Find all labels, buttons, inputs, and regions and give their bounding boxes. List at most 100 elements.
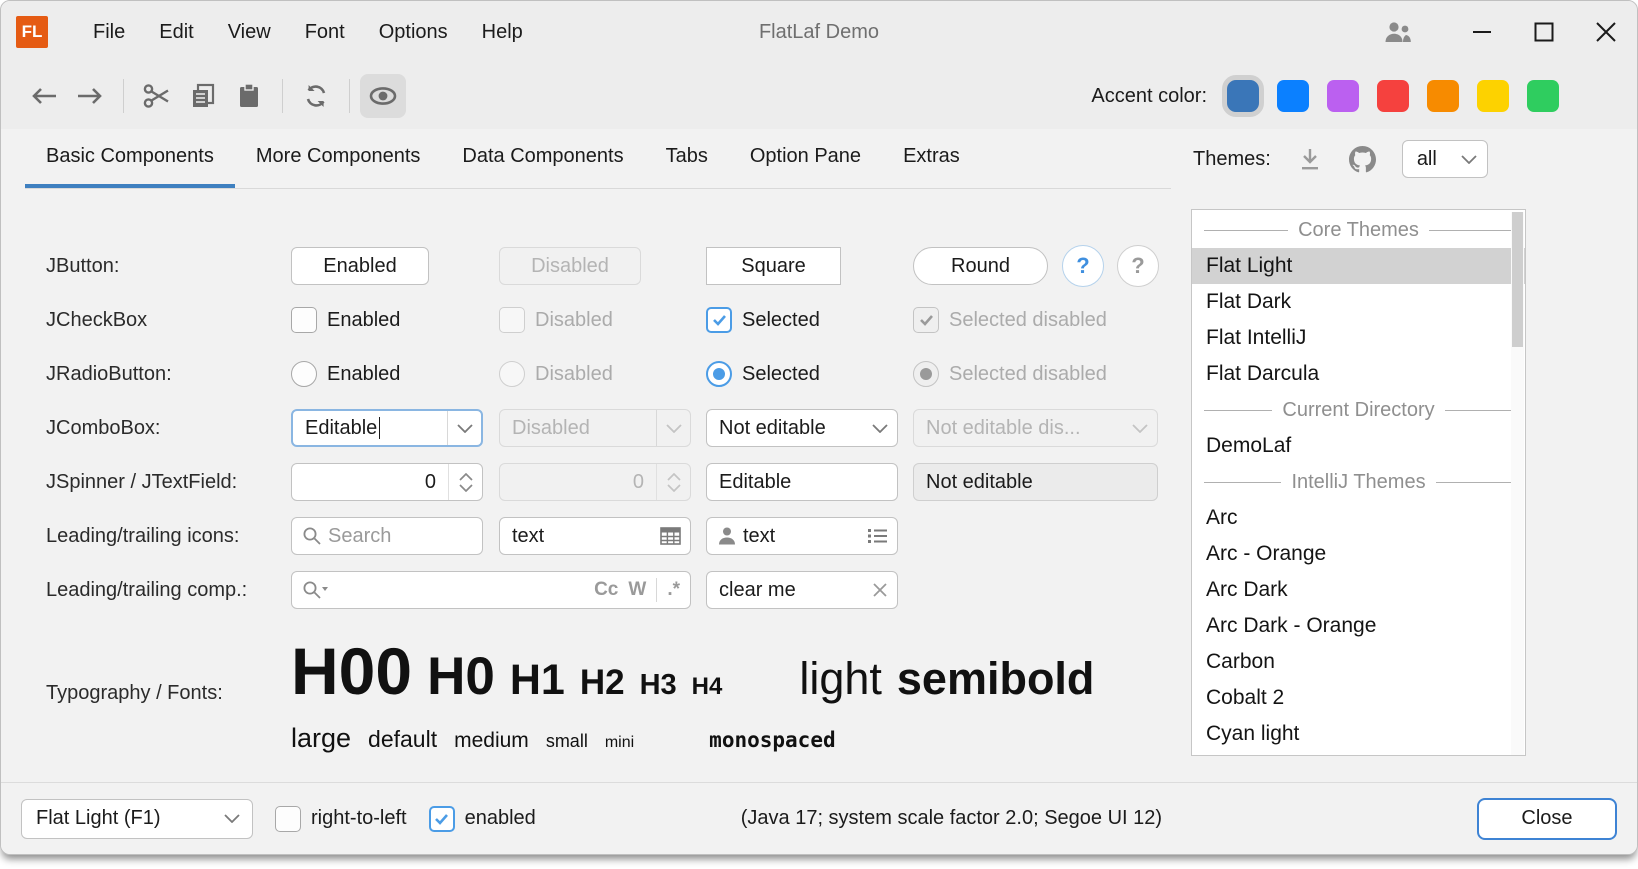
theme-item[interactable]: Arc [1192, 500, 1525, 536]
textfield-editable[interactable]: Editable [706, 463, 898, 501]
tab-data-components[interactable]: Data Components [441, 129, 644, 188]
search-field-with-options[interactable]: Cc W .* [291, 571, 691, 609]
text-field-person-icon[interactable]: text [706, 517, 898, 555]
theme-item[interactable]: Arc Dark [1192, 572, 1525, 608]
chevron-down-icon [667, 484, 681, 492]
download-theme-button[interactable] [1297, 146, 1323, 172]
help-button[interactable]: ? [1062, 245, 1104, 287]
close-dialog-button[interactable]: Close [1477, 798, 1617, 840]
help-button-disabled: ? [1117, 245, 1159, 287]
theme-switcher-combobox[interactable]: Flat Light (F1) [21, 799, 253, 839]
disabled-button: Disabled [499, 247, 641, 285]
match-case-button[interactable]: Cc [594, 579, 618, 601]
menu-help[interactable]: Help [465, 1, 540, 63]
themes-filter-combobox[interactable]: all [1402, 140, 1488, 178]
menu-options[interactable]: Options [362, 1, 465, 63]
tab-option-pane[interactable]: Option Pane [729, 129, 882, 188]
minimize-icon [1473, 31, 1491, 33]
enabled-checkbox[interactable]: enabled [429, 806, 536, 832]
minimize-button[interactable] [1451, 1, 1513, 63]
combobox-not-editable[interactable]: Not editable [706, 409, 898, 447]
tab-more-components[interactable]: More Components [235, 129, 442, 188]
window-controls [1367, 1, 1637, 63]
back-button[interactable] [21, 74, 67, 118]
combobox-arrow[interactable] [447, 411, 481, 445]
checkbox-selected[interactable]: Selected [706, 307, 820, 333]
regex-button[interactable]: .* [667, 579, 680, 601]
radio-enabled[interactable]: Enabled [291, 361, 400, 387]
accent-swatch-default[interactable] [1227, 80, 1259, 112]
checkbox-icon[interactable] [275, 806, 301, 832]
jbutton-label: JButton: [46, 255, 291, 278]
accent-swatch-blue[interactable] [1277, 80, 1309, 112]
scrollbar-thumb[interactable] [1512, 212, 1523, 347]
checkbox-icon[interactable] [291, 307, 317, 333]
tab-extras[interactable]: Extras [882, 129, 981, 188]
clear-me-field[interactable]: clear me [706, 571, 898, 609]
search-options-separator [656, 578, 657, 602]
square-button[interactable]: Square [706, 247, 841, 285]
radio-selected-icon[interactable] [706, 361, 732, 387]
cut-button[interactable] [134, 74, 180, 118]
radio-icon[interactable] [291, 361, 317, 387]
accent-swatch-orange[interactable] [1427, 80, 1459, 112]
theme-item[interactable]: Flat Dark [1192, 284, 1525, 320]
checkbox-checked-icon[interactable] [429, 806, 455, 832]
theme-item[interactable]: Cyan light [1192, 716, 1525, 752]
menu-font[interactable]: Font [288, 1, 362, 63]
theme-item[interactable]: Carbon [1192, 644, 1525, 680]
refresh-button[interactable] [293, 74, 339, 118]
theme-item[interactable]: Flat Darcula [1192, 356, 1525, 392]
menu-file[interactable]: File [76, 1, 142, 63]
tab-basic-components[interactable]: Basic Components [25, 129, 235, 188]
theme-item[interactable]: Flat Light [1192, 248, 1525, 284]
combobox-editable[interactable]: Editable [291, 409, 483, 447]
theme-item[interactable]: Arc Dark - Orange [1192, 608, 1525, 644]
search-menu-icon[interactable] [302, 580, 329, 600]
medium-sample: medium [454, 729, 529, 753]
users-icon[interactable] [1367, 1, 1429, 63]
combobox-arrow[interactable] [863, 410, 897, 446]
themes-scrollbar[interactable] [1511, 212, 1524, 755]
tab-tabs[interactable]: Tabs [645, 129, 729, 188]
menu-edit[interactable]: Edit [142, 1, 210, 63]
enabled-button[interactable]: Enabled [291, 247, 429, 285]
theme-item[interactable]: Arc - Orange [1192, 536, 1525, 572]
whole-word-button[interactable]: W [628, 579, 646, 601]
search-icon [302, 526, 322, 546]
spinner-buttons[interactable] [448, 464, 482, 500]
github-link[interactable] [1349, 146, 1376, 173]
radio-icon [499, 361, 525, 387]
forward-button[interactable] [67, 74, 113, 118]
theme-item[interactable]: Dark Flat [1192, 752, 1525, 756]
accent-swatch-yellow[interactable] [1477, 80, 1509, 112]
jcheckbox-row: JCheckBox Enabled Disabled Selected Sele… [46, 293, 1171, 347]
typography-samples: H00 H0 H1 H2 H3 H4 light semibold large … [291, 633, 1094, 754]
maximize-icon [1536, 24, 1553, 41]
checkbox-checked-icon[interactable] [706, 307, 732, 333]
accent-swatch-purple[interactable] [1327, 80, 1359, 112]
search-field[interactable]: Search [291, 517, 483, 555]
tab-band: Basic Components More Components Data Co… [1, 129, 1637, 191]
right-to-left-checkbox[interactable]: right-to-left [275, 806, 407, 832]
close-button[interactable] [1575, 1, 1637, 63]
spinner[interactable]: 0 [291, 463, 483, 501]
clear-icon[interactable] [872, 582, 888, 598]
toolbar-separator [349, 79, 350, 113]
radio-selected[interactable]: Selected [706, 361, 820, 387]
menu-view[interactable]: View [211, 1, 288, 63]
text-field-table-icon[interactable]: text [499, 517, 691, 555]
theme-item[interactable]: DemoLaf [1192, 428, 1525, 464]
checkbox-enabled[interactable]: Enabled [291, 307, 400, 333]
chevron-up-icon [667, 473, 681, 481]
theme-item[interactable]: Cobalt 2 [1192, 680, 1525, 716]
accent-swatch-green[interactable] [1527, 80, 1559, 112]
spinner-buttons [656, 464, 690, 500]
show-hover-toggle[interactable] [360, 74, 406, 118]
theme-item[interactable]: Flat IntelliJ [1192, 320, 1525, 356]
copy-button[interactable] [180, 74, 226, 118]
paste-button[interactable] [226, 74, 272, 118]
round-button[interactable]: Round [913, 247, 1048, 285]
accent-swatch-red[interactable] [1377, 80, 1409, 112]
maximize-button[interactable] [1513, 1, 1575, 63]
